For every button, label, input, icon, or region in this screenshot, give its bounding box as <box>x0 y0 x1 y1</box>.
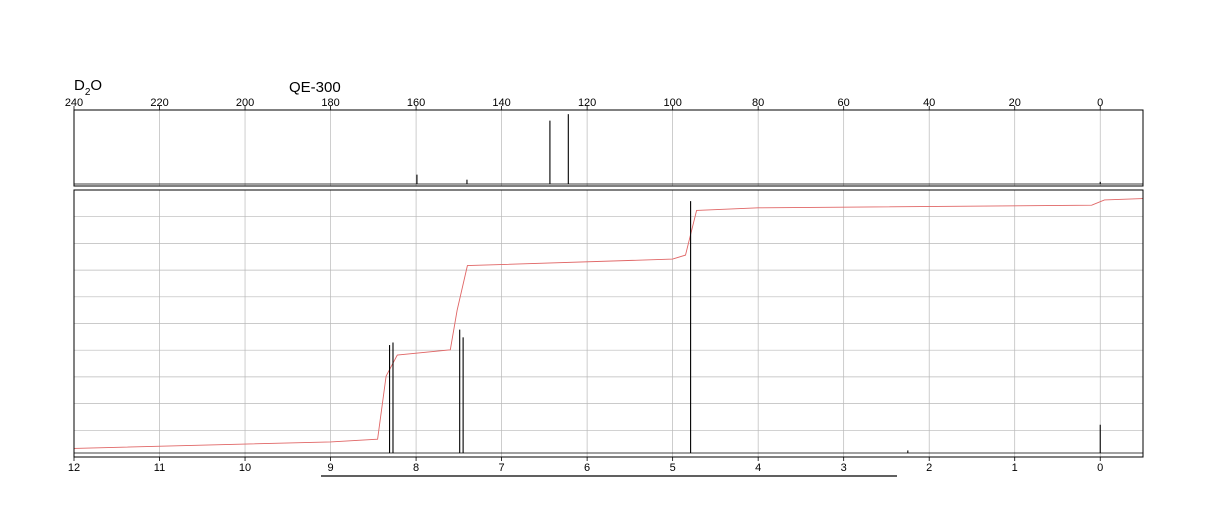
tick-label: 60 <box>838 97 850 109</box>
plot-frame <box>73 109 1144 187</box>
tick-label: 4 <box>755 462 761 474</box>
tick-label: 6 <box>584 462 590 474</box>
tick-label: 180 <box>321 97 339 109</box>
tick-label: 100 <box>663 97 681 109</box>
tick-label: 9 <box>327 462 333 474</box>
tick-label: 1 <box>1012 462 1018 474</box>
tick-label: 3 <box>841 462 847 474</box>
tick-label: 5 <box>670 462 676 474</box>
solvent-label: D2O <box>74 77 102 98</box>
tick-label: 120 <box>578 97 596 109</box>
tick-label: 8 <box>413 462 419 474</box>
tick-label: 80 <box>752 97 764 109</box>
solvent-base: D <box>74 77 85 94</box>
tick-label: 7 <box>499 462 505 474</box>
tick-label: 11 <box>154 462 165 474</box>
solvent-suffix: O <box>90 77 102 94</box>
tick-label: 140 <box>492 97 510 109</box>
c13-panel: 240 220 200 180 160 140 120 100 80 60 40 20 0 <box>65 97 1144 187</box>
tick-label: 12 <box>68 462 80 474</box>
tick-label: 220 <box>150 97 168 109</box>
tick-label: 40 <box>923 97 935 109</box>
tick-label: 240 <box>65 97 83 109</box>
tick-label: 2 <box>926 462 932 474</box>
nmr-spectrum: D2O QE-300 240 220 200 180 160 140 120 100 80 60 4… <box>65 77 1144 477</box>
tick-label: 0 <box>1097 97 1103 109</box>
tick-label: 20 <box>1009 97 1021 109</box>
tick-label: 200 <box>236 97 254 109</box>
instrument-label: QE-300 <box>289 79 341 96</box>
tick-label: 160 <box>407 97 425 109</box>
tick-label: 10 <box>239 462 251 474</box>
tick-label: 0 <box>1097 462 1103 474</box>
h1-panel: 12 11 10 9 8 7 6 5 4 3 2 1 0 <box>68 189 1144 474</box>
